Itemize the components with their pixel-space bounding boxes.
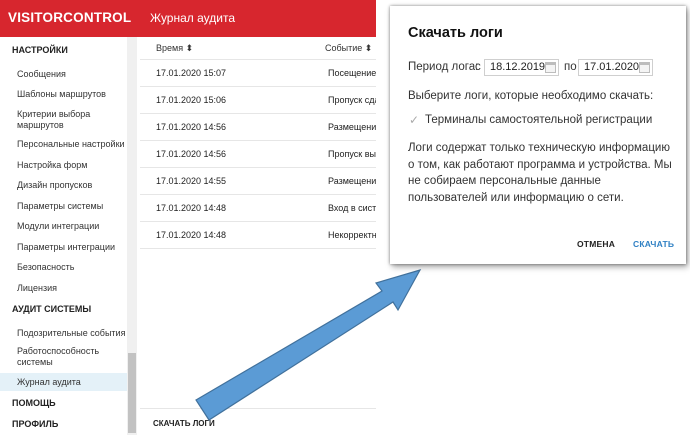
sidebar-item-suspicious-events[interactable]: Подозрительные события <box>17 328 127 339</box>
to-label: по <box>564 61 577 73</box>
sidebar-item-route-criteria[interactable]: Критерии выбора маршрутов <box>17 109 127 131</box>
download-button[interactable]: СКАЧАТЬ <box>633 239 674 249</box>
cell-time: 17.01.2020 14:48 <box>156 230 227 240</box>
column-header-time[interactable]: Время ⬍ <box>156 43 193 54</box>
calendar-icon[interactable] <box>545 62 556 73</box>
date-from-field[interactable]: 18.12.2019 <box>484 59 559 76</box>
from-label: с <box>475 61 481 73</box>
sidebar-item-system-params[interactable]: Параметры системы <box>17 201 127 212</box>
sidebar-section-audit[interactable]: АУДИТ СИСТЕМЫ <box>12 304 91 314</box>
period-label: Период лога: <box>408 61 479 73</box>
download-logs-button[interactable]: СКАЧАТЬ ЛОГИ <box>153 419 215 428</box>
sidebar-scrollbar[interactable] <box>127 37 137 435</box>
app-window: VISITORCONTROL Журнал аудита НАСТРОЙКИ С… <box>0 0 376 435</box>
choose-logs-label: Выберите логи, которые необходимо скачат… <box>408 90 654 102</box>
cell-event: Некорректны <box>328 230 376 240</box>
sidebar: НАСТРОЙКИ Сообщения Шаблоны маршрутов Кр… <box>0 37 129 435</box>
download-logs-dialog <box>390 6 686 264</box>
sidebar-item-audit-log[interactable]: Журнал аудита <box>0 373 127 391</box>
date-from-value: 18.12.2019 <box>490 61 546 73</box>
date-to-value: 17.01.2020 <box>584 61 640 73</box>
footer-divider <box>140 408 376 409</box>
cell-time: 17.01.2020 14:48 <box>156 203 227 213</box>
sidebar-item-system-health[interactable]: Работоспособность системы <box>17 346 127 368</box>
cell-time: 17.01.2020 14:55 <box>156 176 227 186</box>
column-header-event[interactable]: Событие ⬍ <box>325 43 372 54</box>
table-row[interactable]: 17.01.2020 14:48 Вход в систе <box>140 195 376 222</box>
sidebar-section-settings[interactable]: НАСТРОЙКИ <box>12 45 68 55</box>
cancel-button[interactable]: ОТМЕНА <box>577 239 615 249</box>
cell-time: 17.01.2020 14:56 <box>156 149 227 159</box>
cell-event: Вход в систе <box>328 203 376 213</box>
table-row[interactable]: 17.01.2020 15:07 Посещение о <box>140 60 376 87</box>
table-row[interactable]: 17.01.2020 14:55 Размещение <box>140 168 376 195</box>
dialog-title: Скачать логи <box>408 25 503 41</box>
cell-time: 17.01.2020 15:06 <box>156 95 227 105</box>
sidebar-item-pass-design[interactable]: Дизайн пропусков <box>17 180 127 191</box>
sidebar-item-messages[interactable]: Сообщения <box>17 69 127 80</box>
info-text: Логи содержат только техническую информа… <box>408 142 672 204</box>
sidebar-item-integration-params[interactable]: Параметры интеграции <box>17 242 127 253</box>
calendar-icon[interactable] <box>639 62 650 73</box>
cell-event: Размещение <box>328 122 376 132</box>
table-row[interactable]: 17.01.2020 14:56 Размещение <box>140 114 376 141</box>
sidebar-item-license[interactable]: Лицензия <box>17 283 127 294</box>
checkbox-terminals-label[interactable]: Терминалы самостоятельной регистрации <box>425 114 652 126</box>
scrollbar-thumb[interactable] <box>128 353 136 433</box>
cell-time: 17.01.2020 14:56 <box>156 122 227 132</box>
top-bar: VISITORCONTROL Журнал аудита <box>0 0 376 37</box>
cell-time: 17.01.2020 15:07 <box>156 68 227 78</box>
audit-log-table: Время ⬍ Событие ⬍ 17.01.2020 15:07 Посещ… <box>138 37 376 435</box>
sidebar-section-help[interactable]: ПОМОЩЬ <box>12 398 56 408</box>
table-row[interactable]: 17.01.2020 14:56 Пропуск выд <box>140 141 376 168</box>
sidebar-item-personal-settings[interactable]: Персональные настройки <box>17 139 127 150</box>
table-row[interactable]: 17.01.2020 14:48 Некорректны <box>140 222 376 249</box>
table-row[interactable]: 17.01.2020 15:06 Пропуск сдан <box>140 87 376 114</box>
sidebar-item-integration-modules[interactable]: Модули интеграции <box>17 221 127 232</box>
page-title: Журнал аудита <box>150 11 236 25</box>
date-to-field[interactable]: 17.01.2020 <box>578 59 653 76</box>
cell-event: Пропуск сдан <box>328 95 376 105</box>
sidebar-item-form-settings[interactable]: Настройка форм <box>17 160 127 171</box>
cell-event: Посещение о <box>328 68 376 78</box>
brand-logo: VISITORCONTROL <box>8 10 132 25</box>
sidebar-item-security[interactable]: Безопасность <box>17 262 127 273</box>
cell-event: Пропуск выд <box>328 149 376 159</box>
checkbox-terminals[interactable]: ✓ <box>409 114 421 126</box>
sidebar-item-route-templates[interactable]: Шаблоны маршрутов <box>17 89 127 100</box>
sidebar-section-profile[interactable]: ПРОФИЛЬ <box>12 419 58 429</box>
cell-event: Размещение <box>328 176 376 186</box>
